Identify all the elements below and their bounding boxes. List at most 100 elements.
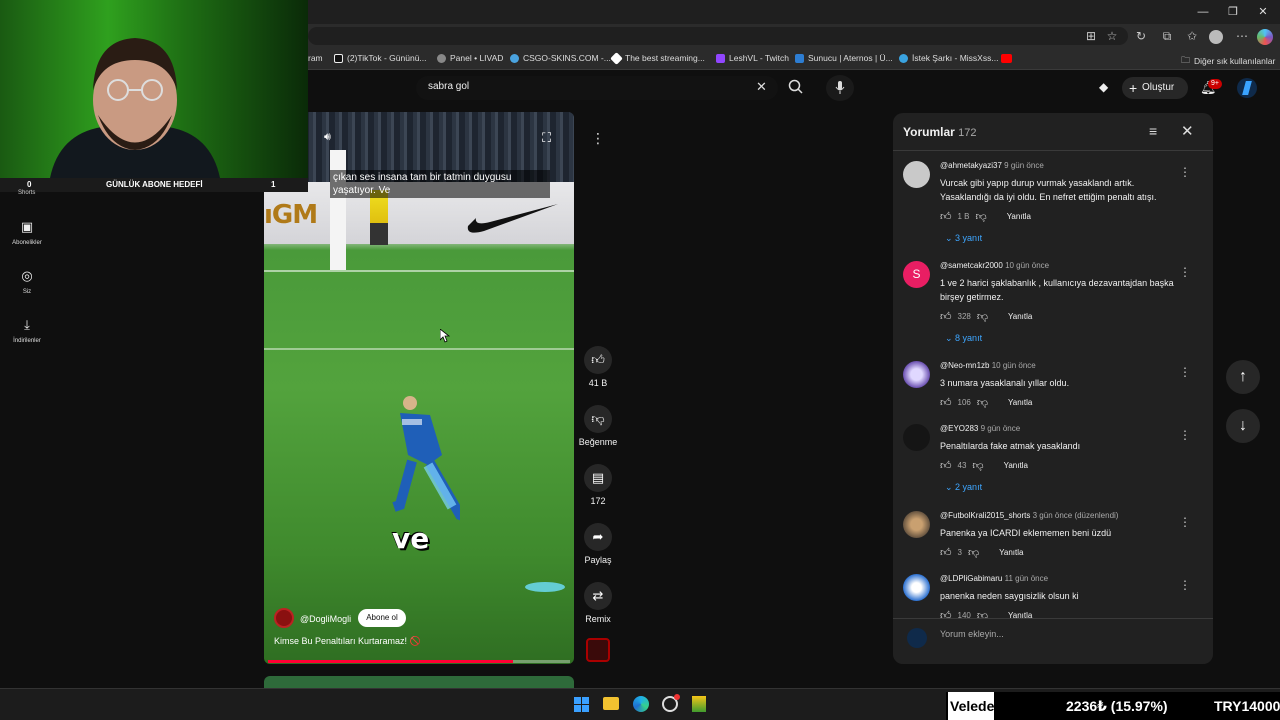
commenter-avatar[interactable] (903, 361, 930, 388)
file-explorer-icon[interactable] (603, 697, 619, 710)
swoosh-logo (462, 198, 562, 238)
view-replies-button[interactable]: ⌄ 3 yanıt (945, 233, 982, 244)
comment-author[interactable]: @EYO283 9 gün önce (940, 424, 1020, 433)
pitch-line (264, 348, 574, 350)
view-replies-button[interactable]: ⌄ 2 yanıt (945, 482, 982, 493)
bookmark-item[interactable]: Panel • LIVAD (437, 53, 503, 63)
divider (893, 150, 1213, 151)
remix-button[interactable]: ⇄ Remix (578, 582, 618, 624)
comment-dislike-icon[interactable]: 👎︎ (968, 546, 979, 559)
comment-like-icon[interactable]: 👍︎ (940, 459, 952, 472)
comment-author[interactable]: @FutbolKrali2015_shorts 3 gün önce (düze… (940, 511, 1118, 520)
comment-author[interactable]: @LDPliGabimaru 11 gün önce (940, 574, 1048, 583)
minimize-icon[interactable]: — (1188, 4, 1218, 20)
channel-avatar[interactable] (274, 608, 294, 628)
comment-like-icon[interactable]: 👍︎ (940, 310, 952, 323)
cast-icon[interactable]: ◆ (1099, 80, 1108, 94)
comment-more-icon[interactable]: ⋮ (1179, 365, 1191, 379)
sort-icon[interactable]: ≡ (1149, 123, 1157, 139)
comment-author[interactable]: @Neo-mn1zb 10 gün önce (940, 361, 1036, 370)
comment-dislike-icon[interactable]: 👎︎ (972, 459, 983, 472)
commenter-avatar[interactable] (903, 161, 930, 188)
subscribe-button[interactable]: Abone ol (358, 609, 406, 627)
share-button[interactable]: ➦ Paylaş (578, 523, 618, 565)
url-field[interactable] (308, 27, 1128, 45)
shorts-label[interactable]: Shorts (18, 190, 35, 196)
comment-like-icon[interactable]: 👍︎ (940, 396, 952, 409)
copilot-icon[interactable] (1257, 29, 1273, 45)
reply-button[interactable]: Yanıtla (999, 548, 1023, 557)
next-short-button[interactable]: ↓ (1226, 409, 1260, 443)
edge-icon[interactable] (633, 696, 649, 712)
mouse-cursor-icon (439, 328, 451, 343)
windows-start-icon[interactable] (574, 697, 589, 712)
extensions-icon[interactable]: ⧉ (1158, 27, 1176, 45)
bookmark-item[interactable]: Sunucu | Aternos | Ü... (795, 53, 893, 63)
comment-text: 3 numara yasaklanalı yıllar oldu. (940, 378, 1070, 388)
volume-icon[interactable]: 🔊︎ (324, 131, 331, 144)
clear-search-icon[interactable]: ✕ (756, 79, 767, 95)
favorites-icon[interactable]: ✩ (1183, 27, 1201, 45)
commenter-avatar[interactable] (903, 511, 930, 538)
panel-icon (437, 53, 446, 63)
nav-subscriptions[interactable]: ▣ Abonelikler (0, 219, 54, 246)
create-button[interactable]: + Oluştur (1122, 77, 1188, 99)
bookmark-item[interactable]: İstek Şarkı - MissXss... (899, 53, 998, 63)
video-more-icon[interactable]: ⋮ (590, 130, 606, 147)
my-avatar (907, 628, 927, 648)
fullscreen-icon[interactable]: ⛶ (542, 130, 551, 146)
comment-more-icon[interactable]: ⋮ (1179, 515, 1191, 529)
bookmark-item[interactable]: (2)TikTok - Gününü... (334, 53, 427, 63)
comment-more-icon[interactable]: ⋮ (1179, 578, 1191, 592)
view-replies-button[interactable]: ⌄ 8 yanıt (945, 333, 982, 344)
app-icon[interactable] (692, 696, 706, 712)
previous-short-button[interactable]: ↑ (1226, 360, 1260, 394)
refresh-icon[interactable]: ↻ (1132, 27, 1150, 45)
app-icon[interactable]: ⊞ (1082, 27, 1100, 45)
comment-author[interactable]: @ahmetakyazi37 9 gün önce (940, 161, 1044, 170)
comment-like-icon[interactable]: 👍︎ (940, 546, 952, 559)
star-icon[interactable]: ☆ (1103, 27, 1121, 45)
comment-more-icon[interactable]: ⋮ (1179, 165, 1191, 179)
youtube-bookmark-icon[interactable] (1001, 54, 1012, 63)
search-icon[interactable] (787, 78, 805, 96)
search-input[interactable] (416, 76, 778, 100)
comment-dislike-icon[interactable]: 👎︎ (976, 210, 987, 223)
reply-button[interactable]: Yanıtla (1004, 461, 1028, 470)
commenter-avatar[interactable] (903, 574, 930, 601)
voice-search-button[interactable] (826, 75, 854, 101)
other-bookmarks[interactable]: 🗀 Diğer sık kullanılanlar (1181, 53, 1275, 69)
reply-button[interactable]: Yanıtla (1007, 212, 1031, 221)
channel-name[interactable]: @DogliMogli (300, 614, 351, 624)
next-video-preview[interactable] (264, 676, 574, 688)
comment-dislike-icon[interactable]: 👎︎ (977, 310, 988, 323)
comment-like-icon[interactable]: 👍︎ (940, 210, 952, 223)
nav-you[interactable]: ◎ Siz (0, 268, 54, 295)
caption-word: ve (392, 522, 430, 555)
dislike-button[interactable]: 👎︎ Beğenme (578, 405, 618, 447)
comment-dislike-icon[interactable]: 👎︎ (977, 396, 988, 409)
close-comments-icon[interactable]: ✕ (1181, 122, 1194, 140)
more-icon[interactable]: ⋯ (1233, 27, 1251, 45)
profile-avatar[interactable] (1209, 30, 1223, 44)
bookmark-item[interactable]: ram (308, 53, 323, 63)
bookmark-item[interactable]: The best streaming... (610, 51, 705, 65)
like-button[interactable]: 👍︎ 41 B (578, 346, 618, 388)
close-window-icon[interactable]: ✕ (1248, 4, 1278, 20)
account-avatar[interactable] (1237, 78, 1257, 98)
reply-button[interactable]: Yanıtla (1008, 398, 1032, 407)
comment-author[interactable]: @sametcakr2000 10 gün önce (940, 261, 1049, 270)
commenter-avatar[interactable]: S (903, 261, 930, 288)
sound-thumbnail[interactable] (586, 638, 610, 662)
comment-more-icon[interactable]: ⋮ (1179, 265, 1191, 279)
reply-button[interactable]: Yanıtla (1008, 312, 1032, 321)
bookmark-item[interactable]: CSGO-SKINS.COM -... (510, 53, 611, 63)
commenter-avatar[interactable] (903, 424, 930, 451)
restore-icon[interactable]: ❐ (1218, 4, 1248, 20)
comments-button[interactable]: ▤ 172 (578, 464, 618, 506)
comment-input[interactable]: Yorum ekleyin... (940, 629, 1190, 639)
folder-icon: 🗀 (1181, 55, 1191, 65)
nav-downloads[interactable]: ⤓ İndirilenler (0, 317, 54, 344)
comment-more-icon[interactable]: ⋮ (1179, 428, 1191, 442)
bookmark-item[interactable]: LeshVL - Twitch (716, 53, 789, 63)
